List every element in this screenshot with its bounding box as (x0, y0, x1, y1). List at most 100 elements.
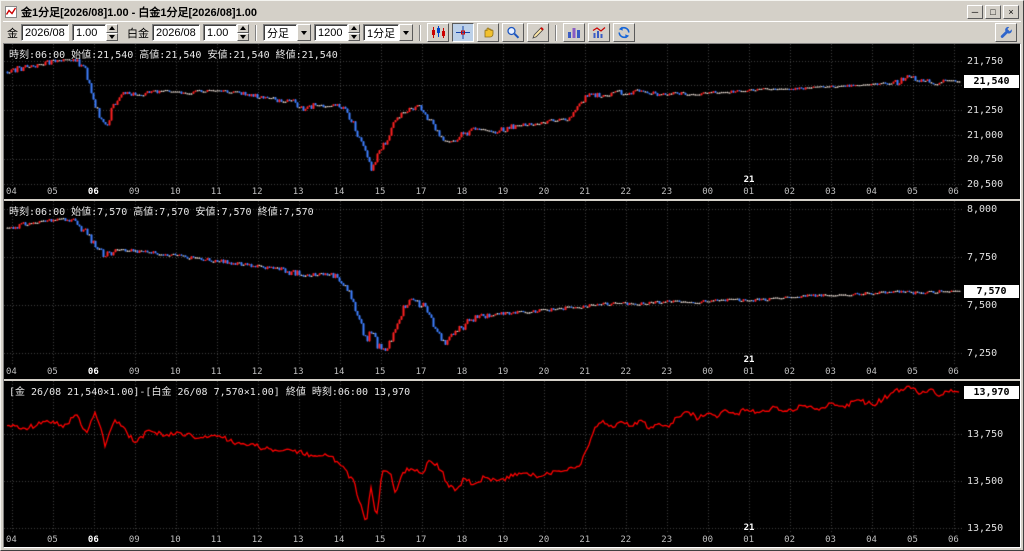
pencil-icon (532, 27, 544, 39)
indicator-chart-button[interactable] (588, 23, 611, 42)
timeframe-select[interactable]: 1分足 (363, 24, 414, 41)
gold-price-axis: 21,75021,50021,25021,00020,75020,500 (962, 44, 1020, 190)
platinum-price-axis: 8,000 7,750 7,500 7,250 (962, 201, 1020, 366)
spin-up-button[interactable] (237, 24, 249, 33)
period-type-select[interactable]: 分足 (263, 24, 311, 41)
hour-tick-label: 00 (702, 367, 714, 377)
platinum-time-axis: 04 05 06 09 10 11 12 13 14 15 17 18 19 20 21 22 23 00 01 02… (4, 366, 962, 379)
zoom-tool-button[interactable] (502, 23, 525, 42)
spin-up-button[interactable] (348, 24, 360, 33)
hour-tick-label: 09 (128, 535, 140, 545)
wrench-icon (1000, 26, 1012, 38)
platinum-current-price-tag: 7,570 (964, 285, 1019, 299)
hour-tick-label: 21 (579, 535, 591, 545)
date-marker: 21 (743, 523, 755, 533)
date-marker: 21 (743, 355, 755, 365)
hour-tick-label: 23 (661, 187, 673, 197)
minimize-button[interactable]: ─ (967, 5, 983, 19)
spin-down-button[interactable] (106, 32, 118, 41)
bar-chart-icon (568, 28, 581, 38)
price-tick-label: 13,250 (967, 523, 1004, 535)
price-tick-label: 13,750 (967, 428, 1004, 440)
gold-month-input[interactable]: 2026/08 (21, 24, 69, 41)
spin-down-button[interactable] (348, 32, 360, 41)
bar-count-value: 1200 (314, 24, 348, 41)
hand-icon (484, 27, 494, 38)
crosshair-button[interactable] (452, 23, 475, 42)
spread-chart-canvas[interactable] (4, 381, 962, 534)
price-tick-label: 21,000 (967, 129, 1004, 141)
hour-tick-label: 02 (784, 367, 796, 377)
platinum-multiplier-spinner[interactable]: 1.00 (203, 24, 249, 41)
gold-chart-panel[interactable]: 時刻:06:00 始値:21,540 高値:21,540 安値:21,540 終… (4, 44, 1020, 199)
spin-up-button[interactable] (106, 24, 118, 33)
hour-tick-label: 01 (743, 535, 755, 545)
hand-tool-button[interactable] (477, 23, 500, 42)
hour-tick-label: 06 (948, 187, 959, 197)
spin-down-button[interactable] (237, 32, 249, 41)
spread-time-axis: 04 05 06 09 10 11 12 13 14 15 17 18 19 20 21 22 23 00 01 02… (4, 534, 962, 547)
gold-multiplier-value: 1.00 (72, 24, 106, 41)
hour-tick-label: 09 (128, 187, 140, 197)
hour-tick-label: 02 (784, 187, 796, 197)
gold-time-axis: 04 05 06 09 10 11 12 13 14 15 17 18 19 20 21 22 23 00 01 02… (4, 186, 962, 199)
indicator-chart-icon (592, 27, 606, 38)
hour-tick-label: 06 (87, 187, 99, 197)
platinum-chart-canvas[interactable] (4, 201, 962, 366)
hour-tick-label: 04 (866, 367, 877, 377)
hour-tick-label: 19 (497, 535, 509, 545)
platinum-chart-panel[interactable]: 時刻:06:00 始値:7,570 高値:7,570 安値:7,570 終値:7… (4, 201, 1020, 379)
hour-tick-label: 10 (169, 535, 181, 545)
bar-count-spinner[interactable]: 1200 (314, 24, 360, 41)
hour-tick-label: 12 (251, 535, 263, 545)
hour-tick-label: 15 (374, 367, 386, 377)
hour-tick-label: 13 (292, 535, 304, 545)
hour-tick-label: 11 (210, 187, 222, 197)
candlestick-chart-button[interactable] (427, 23, 450, 42)
hour-tick-label: 22 (620, 187, 632, 197)
titlebar[interactable]: 金1分足[2026/08]1.00 - 白金1分足[2026/08]1.00 ─… (3, 3, 1021, 21)
draw-tool-button[interactable] (527, 23, 550, 42)
chevron-down-icon[interactable] (399, 24, 414, 41)
hour-tick-label: 06 (87, 535, 99, 545)
maximize-button[interactable]: □ (985, 5, 1001, 19)
bar-chart-button[interactable] (563, 23, 586, 42)
hour-tick-label: 13 (292, 187, 304, 197)
hour-tick-label: 06 (948, 535, 959, 545)
hour-tick-label: 17 (415, 367, 427, 377)
price-tick-label: 13,500 (967, 476, 1004, 488)
magnifier-icon (507, 26, 520, 39)
price-tick-label: 7,250 (967, 347, 998, 359)
close-button[interactable]: × (1003, 5, 1019, 19)
price-tick-label: 20,500 (967, 179, 1004, 191)
gold-multiplier-spinner[interactable]: 1.00 (72, 24, 118, 41)
refresh-icon (618, 26, 630, 39)
refresh-button[interactable] (613, 23, 636, 42)
hour-tick-label: 04 (6, 367, 17, 377)
hour-tick-label: 03 (825, 535, 836, 545)
platinum-month-input[interactable]: 2026/08 (152, 24, 200, 41)
chevron-down-icon[interactable] (297, 24, 311, 41)
spread-current-price-tag: 13,970 (964, 386, 1019, 400)
hour-tick-label: 21 (579, 367, 591, 377)
hour-tick-label: 14 (333, 367, 345, 377)
hour-tick-label: 23 (661, 535, 673, 545)
chart-area: 時刻:06:00 始値:21,540 高値:21,540 安値:21,540 終… (3, 43, 1021, 548)
hour-tick-label: 04 (866, 187, 877, 197)
hour-tick-label: 05 (907, 535, 918, 545)
spread-chart-panel[interactable]: [金 26/08 21,540×1.00]-[白金 26/08 7,570×1.… (4, 381, 1020, 547)
hour-tick-label: 05 (907, 367, 918, 377)
hour-tick-label: 22 (620, 367, 632, 377)
hour-tick-label: 01 (743, 367, 755, 377)
hour-tick-label: 18 (456, 187, 468, 197)
price-tick-label: 20,750 (967, 154, 1004, 166)
hour-tick-label: 19 (497, 187, 509, 197)
toolbar: 金 2026/08 1.00 白金 2026/08 1.00 分足 1200 1… (3, 21, 1021, 43)
settings-button[interactable] (995, 23, 1017, 42)
hour-tick-label: 04 (866, 535, 877, 545)
gold-label: 金 (7, 27, 18, 40)
gold-chart-canvas[interactable] (4, 44, 962, 186)
hour-tick-label: 05 (46, 535, 58, 545)
hour-tick-label: 00 (702, 535, 714, 545)
hour-tick-label: 22 (620, 535, 632, 545)
